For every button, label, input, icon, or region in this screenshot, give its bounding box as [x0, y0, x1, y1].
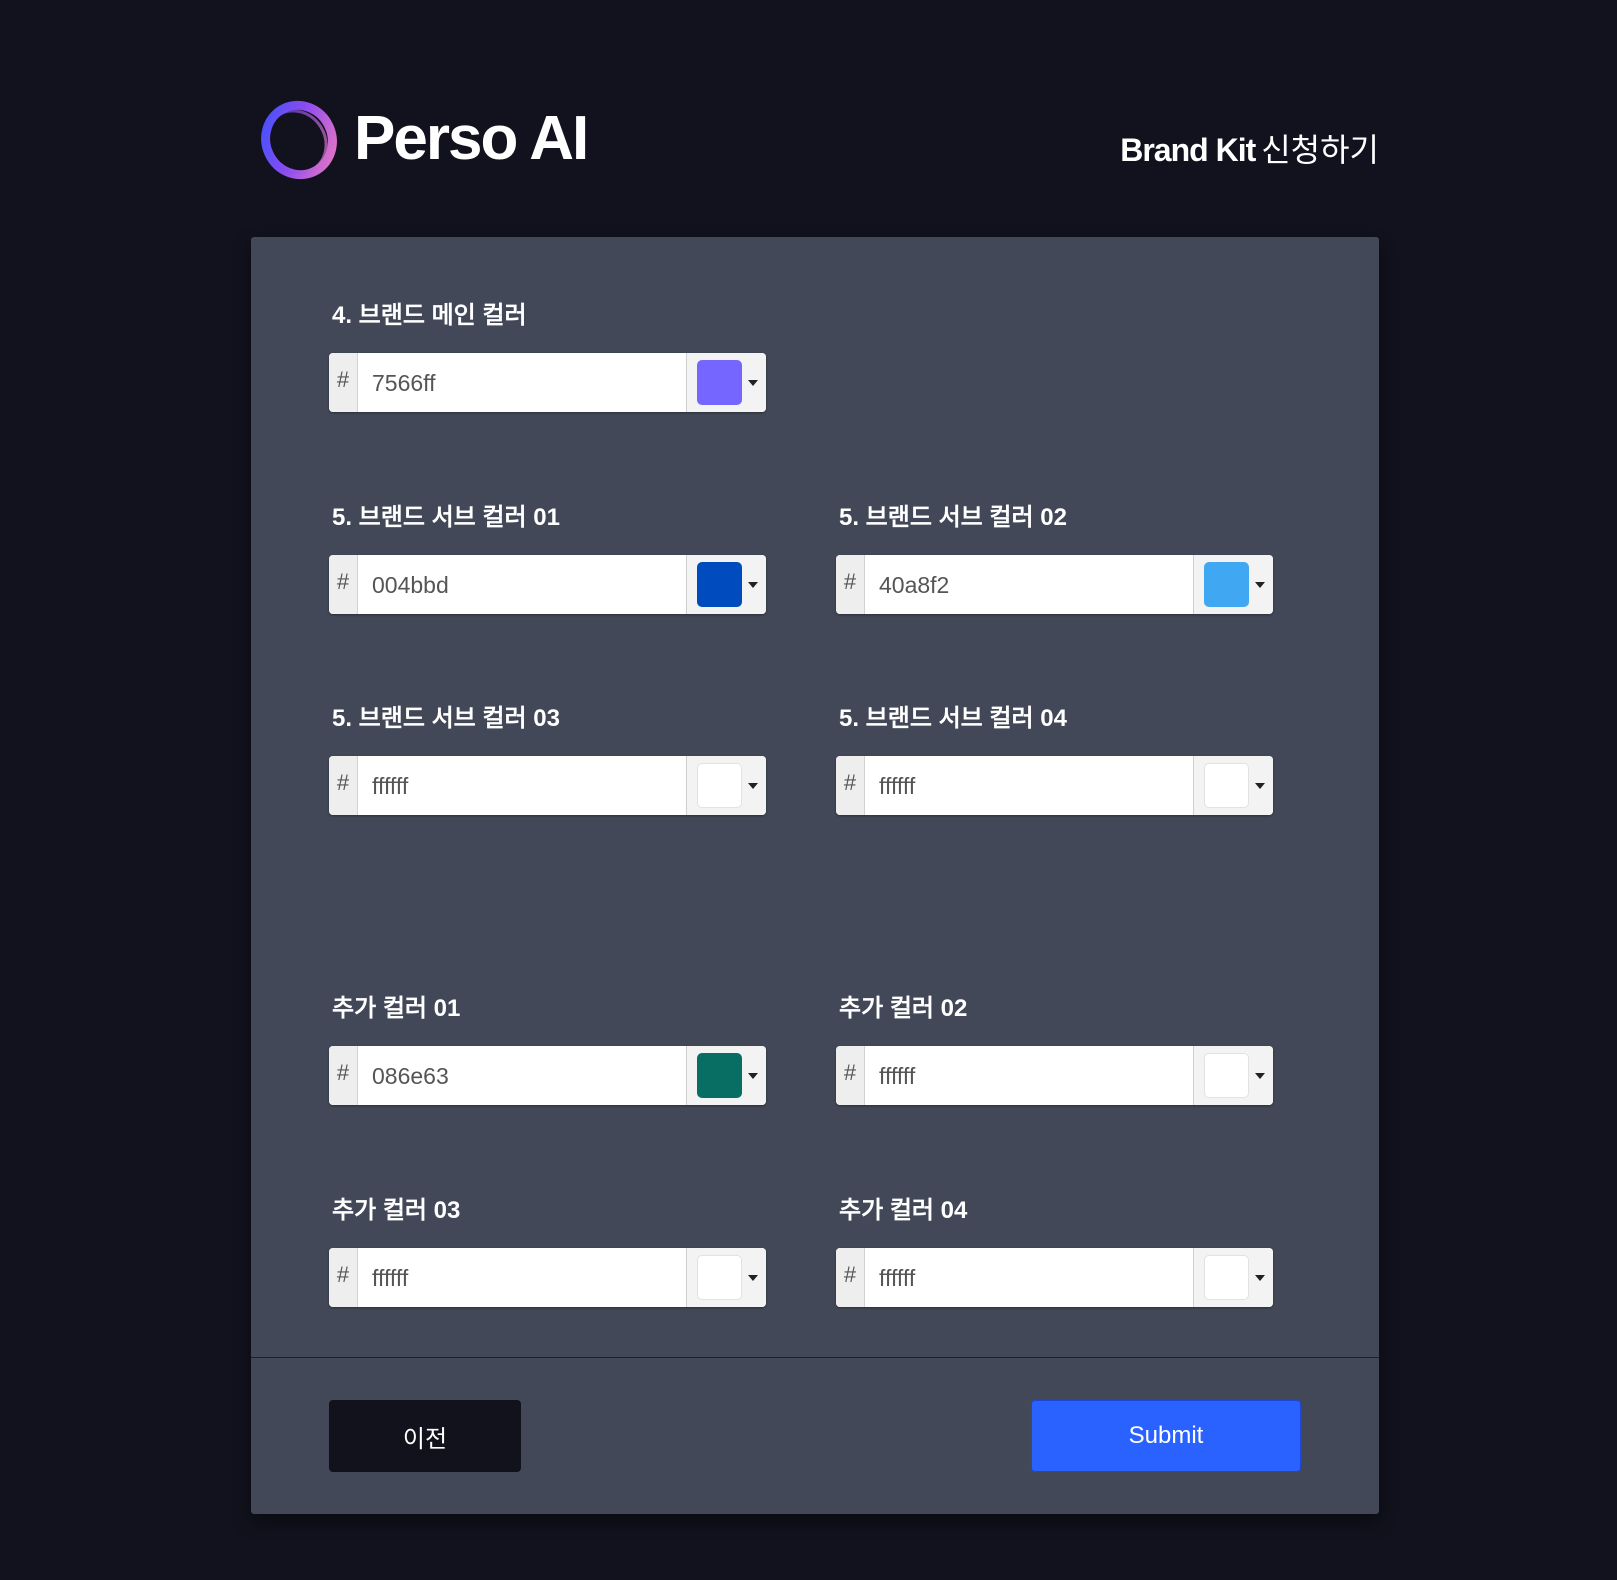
hex-value-input[interactable]: 004bbd	[372, 555, 449, 614]
color-input-extra-02[interactable]: # ffffff	[836, 1046, 1273, 1105]
caret-down-icon	[748, 1073, 758, 1079]
color-input-sub-03[interactable]: # ffffff	[329, 756, 766, 815]
color-picker-button[interactable]	[686, 756, 766, 815]
field-label: 5. 브랜드 서브 컬러 01	[332, 504, 560, 531]
hash-prefix: #	[329, 555, 358, 614]
field-label: 5. 브랜드 서브 컬러 03	[332, 705, 560, 732]
color-input-main[interactable]: # 7566ff	[329, 353, 766, 412]
page-title-bold: Brand Kit	[1120, 132, 1256, 168]
field-label: 추가 컬러 03	[332, 1197, 461, 1224]
hex-value-input[interactable]: ffffff	[879, 756, 915, 815]
hex-value-input[interactable]: 7566ff	[372, 353, 436, 412]
color-input-extra-04[interactable]: # ffffff	[836, 1248, 1273, 1307]
submit-button[interactable]: Submit	[1031, 1400, 1301, 1472]
field-label: 추가 컬러 01	[332, 995, 461, 1022]
brand-name: Perso AI	[354, 104, 589, 173]
header: Perso AI Brand Kit 신청하기	[251, 94, 1379, 184]
field-label: 4. 브랜드 메인 컬러	[332, 302, 527, 329]
caret-down-icon	[1255, 783, 1265, 789]
color-picker-button[interactable]	[686, 353, 766, 412]
color-swatch	[697, 360, 742, 405]
caret-down-icon	[1255, 1275, 1265, 1281]
hash-prefix: #	[329, 756, 358, 815]
footer-divider	[251, 1357, 1379, 1358]
color-swatch	[697, 1255, 742, 1300]
hex-value-input[interactable]: ffffff	[879, 1248, 915, 1307]
color-swatch	[1204, 1255, 1249, 1300]
hex-value-input[interactable]: ffffff	[372, 756, 408, 815]
color-input-sub-02[interactable]: # 40a8f2	[836, 555, 1273, 614]
hash-prefix: #	[329, 1248, 358, 1307]
field-label: 5. 브랜드 서브 컬러 04	[839, 705, 1067, 732]
color-input-sub-01[interactable]: # 004bbd	[329, 555, 766, 614]
page-title-rest: 신청하기	[1261, 132, 1379, 168]
hash-prefix: #	[329, 1046, 358, 1105]
color-picker-button[interactable]	[1193, 555, 1273, 614]
hex-value-input[interactable]: 086e63	[372, 1046, 449, 1105]
hash-prefix: #	[329, 353, 358, 412]
color-picker-button[interactable]	[1193, 1046, 1273, 1105]
hash-prefix: #	[836, 555, 865, 614]
color-input-extra-03[interactable]: # ffffff	[329, 1248, 766, 1307]
caret-down-icon	[748, 582, 758, 588]
caret-down-icon	[1255, 1073, 1265, 1079]
color-swatch	[1204, 763, 1249, 808]
brand-kit-form-card: 4. 브랜드 메인 컬러 # 7566ff 5. 브랜드 서브 컬러 01 # …	[251, 237, 1379, 1514]
field-label: 5. 브랜드 서브 컬러 02	[839, 504, 1067, 531]
hex-value-input[interactable]: ffffff	[372, 1248, 408, 1307]
hex-value-input[interactable]: 40a8f2	[879, 555, 949, 614]
color-swatch	[697, 1053, 742, 1098]
color-swatch	[1204, 1053, 1249, 1098]
color-picker-button[interactable]	[1193, 756, 1273, 815]
color-swatch	[697, 562, 742, 607]
field-label: 추가 컬러 04	[839, 1197, 968, 1224]
prev-button[interactable]: 이전	[329, 1400, 521, 1472]
color-swatch	[697, 763, 742, 808]
color-input-sub-04[interactable]: # ffffff	[836, 756, 1273, 815]
color-picker-button[interactable]	[686, 555, 766, 614]
caret-down-icon	[748, 380, 758, 386]
hash-prefix: #	[836, 1248, 865, 1307]
caret-down-icon	[748, 1275, 758, 1281]
caret-down-icon	[748, 783, 758, 789]
caret-down-icon	[1255, 582, 1265, 588]
field-label: 추가 컬러 02	[839, 995, 968, 1022]
color-picker-button[interactable]	[686, 1046, 766, 1105]
color-picker-button[interactable]	[1193, 1248, 1273, 1307]
color-swatch	[1204, 562, 1249, 607]
hash-prefix: #	[836, 756, 865, 815]
hash-prefix: #	[836, 1046, 865, 1105]
color-picker-button[interactable]	[686, 1248, 766, 1307]
color-input-extra-01[interactable]: # 086e63	[329, 1046, 766, 1105]
perso-logo-icon[interactable]	[255, 96, 341, 182]
page-title: Brand Kit 신청하기	[1120, 130, 1379, 170]
hex-value-input[interactable]: ffffff	[879, 1046, 915, 1105]
